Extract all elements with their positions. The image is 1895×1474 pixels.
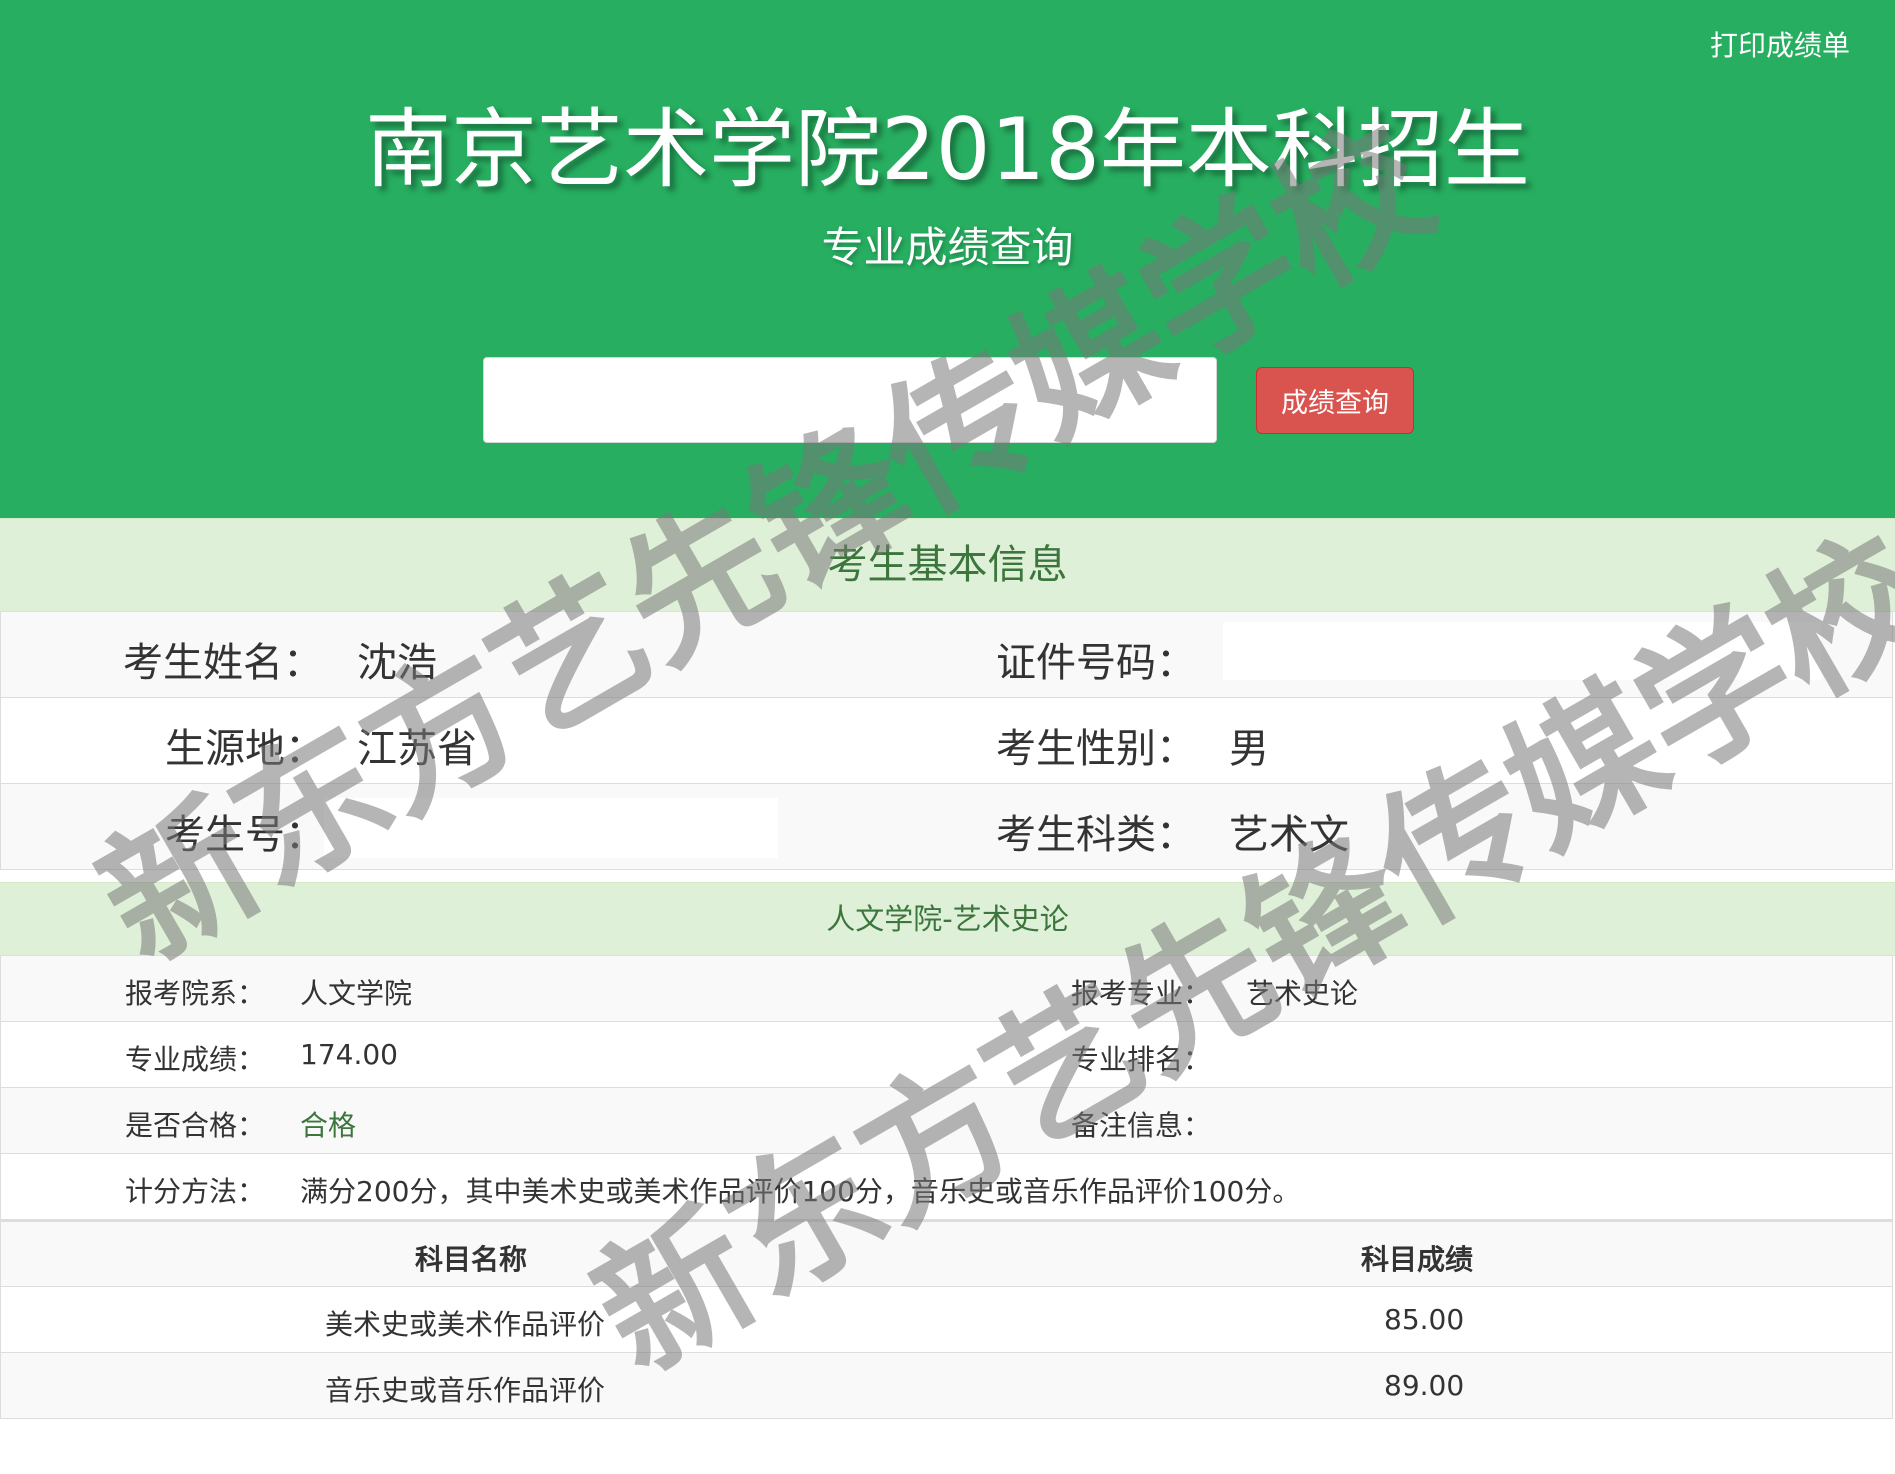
page-subtitle: 专业成绩查询: [821, 223, 1074, 272]
header-banner: 打印成绩单 南京艺术学院2018年本科招生 专业成绩查询 成绩查询: [0, 0, 1895, 518]
gender-value: 男: [1229, 726, 1269, 772]
score-label: 专业成绩：: [125, 1043, 266, 1076]
score-value: 174.00: [300, 1038, 398, 1071]
major-value: 艺术史论: [1246, 977, 1359, 1010]
subject-score: 85.00: [1384, 1303, 1465, 1336]
major-row-pass: 是否合格： 合格 备注信息：: [0, 1088, 1893, 1154]
major-label: 报考专业：: [1071, 977, 1212, 1010]
major-row-method: 计分方法： 满分200分，其中美术史或美术作品评价100分，音乐史或音乐作品评价…: [0, 1154, 1893, 1220]
category-label: 考生科类：: [996, 812, 1196, 858]
exam-no-label: 考生号：: [165, 812, 325, 858]
note-label: 备注信息：: [1071, 1109, 1212, 1142]
print-report-link[interactable]: 打印成绩单: [1710, 24, 1850, 64]
major-row-dept: 报考院系： 人文学院 报考专业： 艺术史论: [0, 956, 1893, 1022]
subject-table-header: 科目名称 科目成绩: [0, 1220, 1893, 1287]
info-row-name: 考生姓名： 沈浩 证件号码：: [0, 612, 1893, 698]
origin-value: 江苏省: [357, 726, 477, 772]
subject-score: 89.00: [1384, 1369, 1465, 1402]
exam-search-input[interactable]: [483, 357, 1217, 443]
gender-label: 考生性别：: [996, 726, 1196, 772]
method-label: 计分方法：: [125, 1175, 266, 1208]
pass-label: 是否合格：: [125, 1109, 266, 1142]
subject-name: 美术史或美术作品评价: [325, 1308, 606, 1341]
id-value-redacted: [1223, 622, 1821, 680]
page-title: 南京艺术学院2018年本科招生: [365, 100, 1530, 200]
exam-no-redacted: [324, 798, 778, 858]
major-row-score: 专业成绩： 174.00 专业排名：: [0, 1022, 1893, 1088]
info-row-exam-no: 考生号： 考生科类： 艺术文: [0, 784, 1893, 870]
id-label: 证件号码：: [996, 640, 1196, 686]
table-row: 音乐史或音乐作品评价 89.00: [0, 1353, 1893, 1419]
table-row: 美术史或美术作品评价 85.00: [0, 1287, 1893, 1353]
dept-label: 报考院系：: [125, 977, 266, 1010]
major-heading: 人文学院-艺术史论: [0, 882, 1895, 956]
origin-label: 生源地：: [165, 726, 325, 772]
subject-name: 音乐史或音乐作品评价: [325, 1374, 606, 1407]
category-value: 艺术文: [1229, 812, 1349, 858]
name-label: 考生姓名：: [123, 640, 323, 686]
method-value: 满分200分，其中美术史或美术作品评价100分，音乐史或音乐作品评价100分。: [300, 1175, 1301, 1208]
info-row-origin: 生源地： 江苏省 考生性别： 男: [0, 698, 1893, 784]
basic-info-heading: 考生基本信息: [0, 518, 1895, 612]
subject-name-header: 科目名称: [415, 1243, 528, 1276]
name-value: 沈浩: [357, 640, 437, 686]
pass-value: 合格: [300, 1109, 357, 1142]
rank-label: 专业排名：: [1071, 1043, 1212, 1076]
subject-score-header: 科目成绩: [1361, 1243, 1474, 1276]
score-query-button[interactable]: 成绩查询: [1256, 367, 1414, 434]
dept-value: 人文学院: [300, 977, 413, 1010]
score-query-page: 打印成绩单 南京艺术学院2018年本科招生 专业成绩查询 成绩查询 考生基本信息…: [0, 0, 1895, 1474]
